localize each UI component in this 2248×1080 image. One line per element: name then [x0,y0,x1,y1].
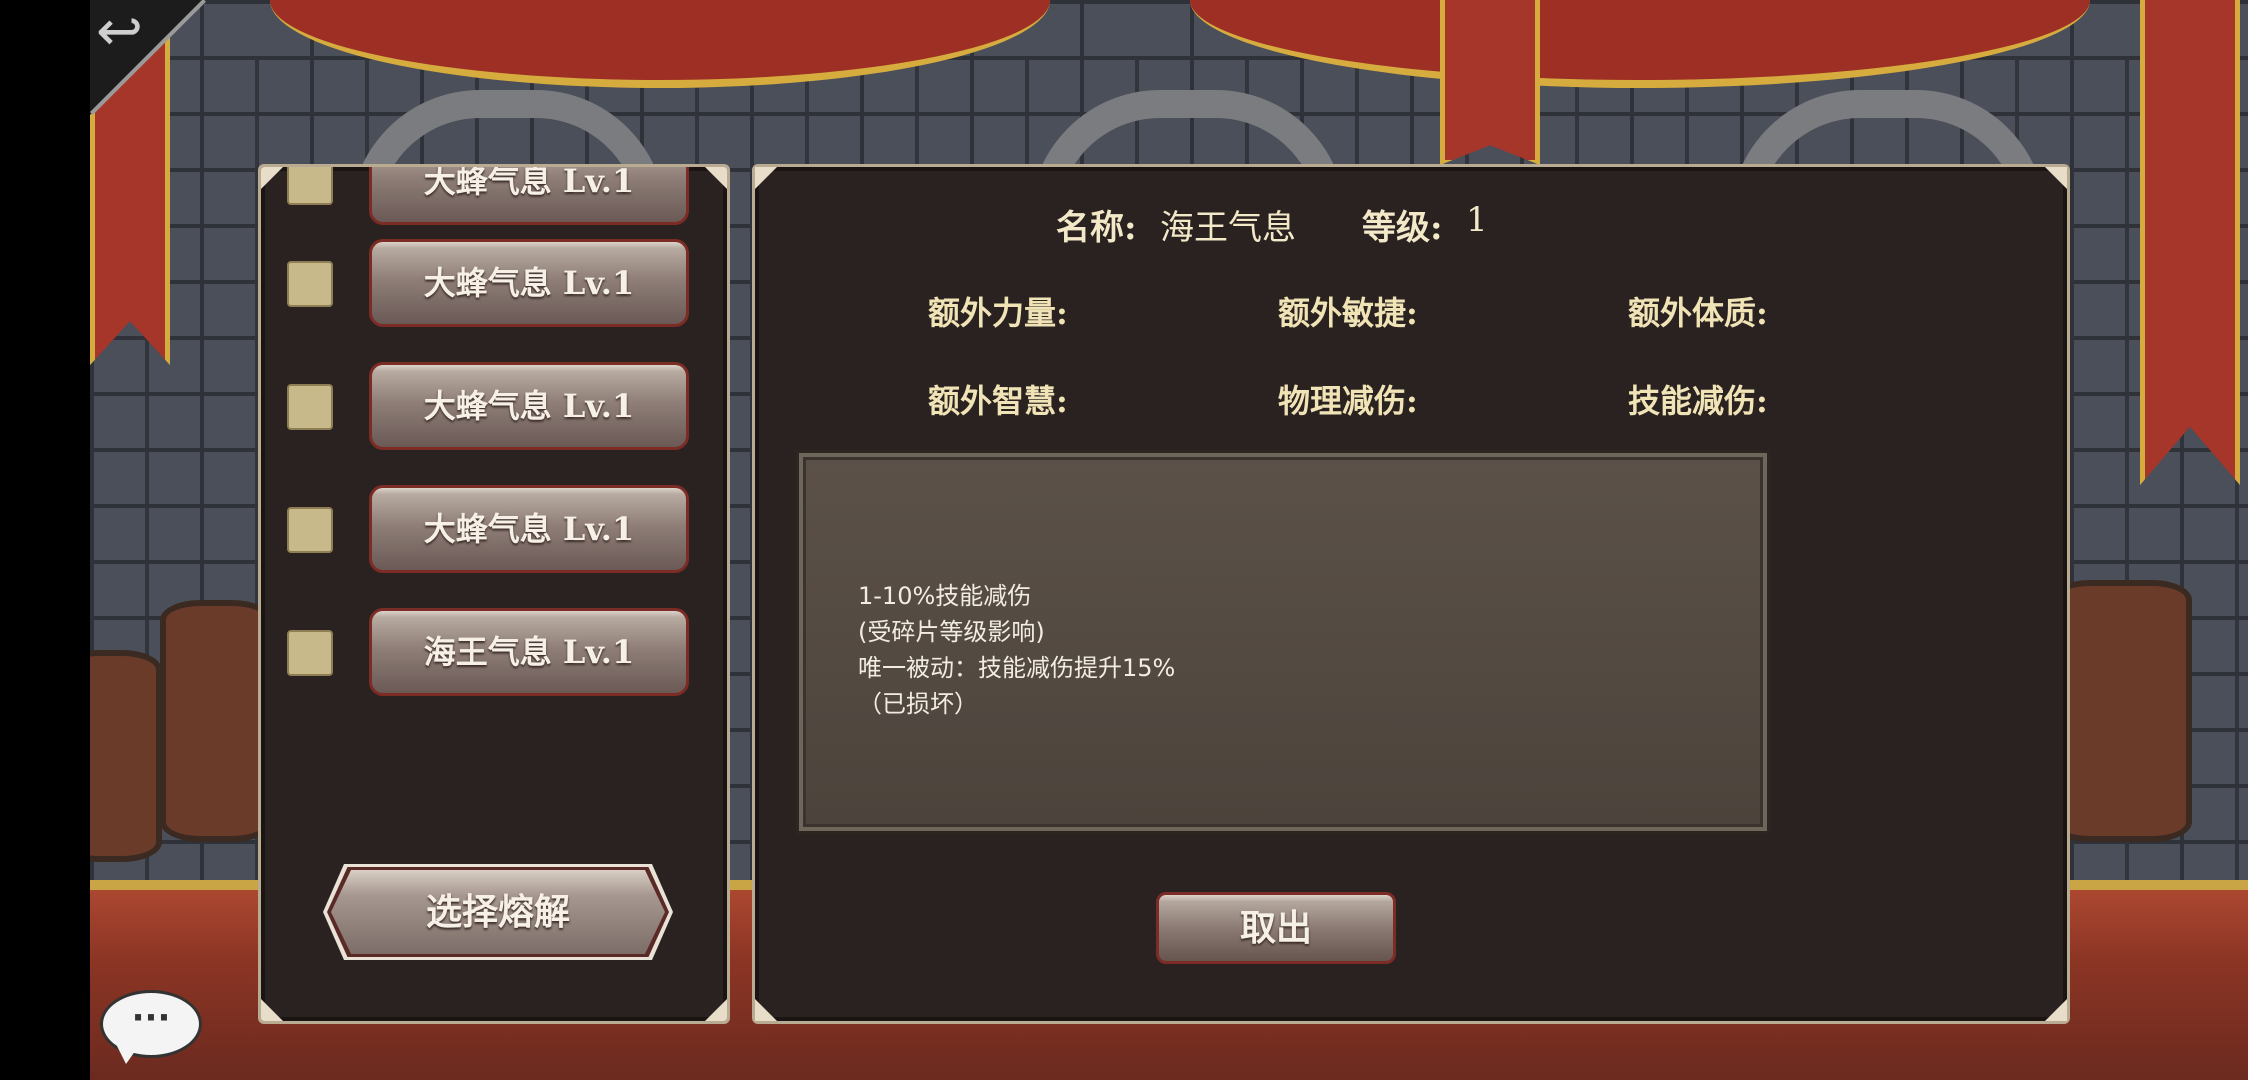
panel-corner [261,999,283,1021]
red-banner [1440,0,1540,165]
item-button[interactable]: 大蜂气息 Lv.1 [369,485,689,573]
panel-corner [2045,999,2067,1021]
red-banner [2140,0,2240,485]
stat-extra-wisdom: 额外智慧: [928,382,1068,420]
take-out-button[interactable]: 取出 [1156,892,1396,964]
back-arrow-icon[interactable]: ↩ [96,4,143,60]
stat-extra-agility: 额外敏捷: [1278,294,1418,332]
chat-bubble-tail [116,1044,140,1064]
stat-extra-constitution: 额外体质: [1628,294,1768,332]
name-label: 名称: [1056,208,1137,248]
description-line: 唯一被动：技能减伤提升15% [858,654,1176,682]
stat-physical-reduction: 物理减伤: [1278,382,1418,420]
list-item: 海王气息 Lv.1 [261,608,727,704]
item-checkbox[interactable] [287,630,333,676]
item-checkbox[interactable] [287,261,333,307]
panel-corner [755,999,777,1021]
item-button[interactable]: 大蜂气息 Lv.1 [369,362,689,450]
description-line: (受碎片等级影响) [858,618,1045,646]
barrel [160,600,272,842]
level-value: 1 [1466,200,1488,240]
stat-skill-reduction: 技能减伤: [1628,382,1768,420]
level-label: 等级: [1362,208,1443,248]
item-checkbox[interactable] [287,167,333,205]
item-button[interactable]: 大蜂气息 Lv.1 [369,167,689,225]
barrel [90,650,162,862]
select-melt-button[interactable]: 选择熔解 [331,870,665,954]
list-item: 大蜂气息 Lv.1 [261,362,727,458]
panel-corner [705,999,727,1021]
item-button[interactable]: 海王气息 Lv.1 [369,608,689,696]
item-checkbox[interactable] [287,507,333,553]
item-button[interactable]: 大蜂气息 Lv.1 [369,239,689,327]
item-checkbox[interactable] [287,384,333,430]
barrel [2050,580,2192,842]
list-item: 大蜂气息 Lv.1 [261,239,727,335]
description-line: 1-10%技能减伤 [858,582,1032,610]
panel-corner [2045,167,2067,189]
list-item: 大蜂气息 Lv.1 [261,167,727,225]
panel-corner [755,167,777,189]
description-line: （已损坏） [858,690,978,718]
list-item: 大蜂气息 Lv.1 [261,485,727,581]
name-value: 海王气息 [1160,208,1296,248]
stat-extra-strength: 额外力量: [928,294,1068,332]
